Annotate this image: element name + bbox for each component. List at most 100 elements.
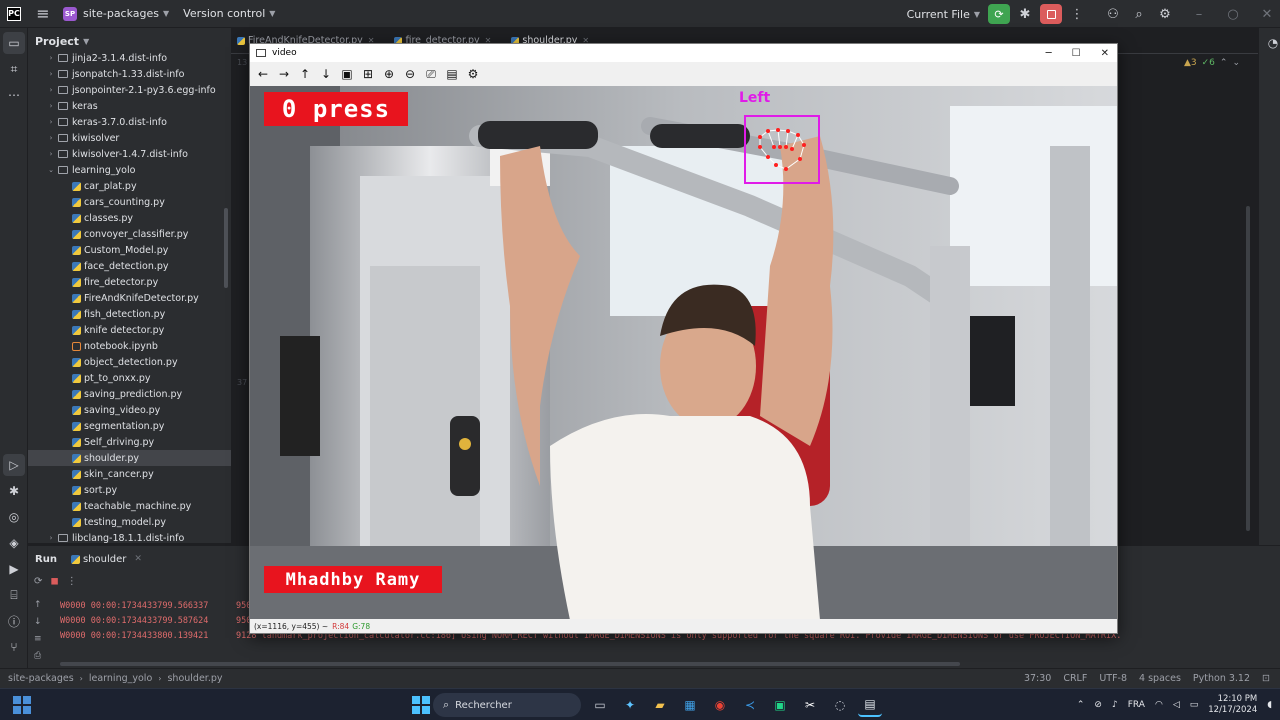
tree-item[interactable]: › jsonpointer-2.1-py3.6.egg-info: [28, 82, 231, 98]
tree-item[interactable]: › keras-3.7.0.dist-info: [28, 114, 231, 130]
stop-button[interactable]: [1040, 4, 1062, 24]
inspection-badges[interactable]: ▲3 ✓6 ⌃ ⌄: [1184, 58, 1240, 68]
close-icon[interactable]: ✕: [1256, 4, 1278, 24]
file-encoding[interactable]: UTF-8: [1099, 673, 1127, 684]
chevron-right-icon[interactable]: ›: [46, 70, 56, 78]
save-icon[interactable]: ⎚: [422, 65, 440, 83]
network-off-icon[interactable]: ⊘: [1094, 700, 1102, 710]
lock-icon[interactable]: ⊡: [1262, 673, 1270, 684]
chevron-right-icon[interactable]: ›: [46, 54, 56, 62]
language-indicator[interactable]: FRA: [1128, 700, 1145, 710]
breadcrumb-item[interactable]: shoulder.py: [167, 673, 222, 684]
notifications-icon[interactable]: ◔: [1262, 32, 1280, 54]
chevron-right-icon[interactable]: ›: [46, 134, 56, 142]
run-tab-shoulder[interactable]: shoulder ✕: [70, 554, 142, 565]
breadcrumb-item[interactable]: site-packages: [8, 673, 74, 684]
breadcrumb-item[interactable]: learning_yolo: [89, 673, 152, 684]
more-tools-icon[interactable]: ⋯: [3, 84, 25, 106]
tree-item[interactable]: FireAndKnifeDetector.py: [28, 290, 231, 306]
properties-icon[interactable]: ▤: [443, 65, 461, 83]
tray-chevron-icon[interactable]: ⌃: [1077, 700, 1085, 710]
project-switcher[interactable]: site-packages: [83, 7, 159, 20]
file-explorer-icon[interactable]: ▰: [648, 693, 672, 717]
indent-setting[interactable]: 4 spaces: [1139, 673, 1181, 684]
vcs-menu[interactable]: Version control: [183, 7, 265, 20]
git-icon[interactable]: ⑂: [3, 636, 25, 658]
widgets-icon[interactable]: [13, 696, 31, 714]
capcut-icon[interactable]: ✂: [798, 693, 822, 717]
tree-item[interactable]: shoulder.py: [28, 450, 231, 466]
terminal-icon[interactable]: ⌸: [3, 584, 25, 606]
console-scrollbar[interactable]: [60, 662, 960, 666]
volume-icon[interactable]: ◁: [1173, 700, 1180, 710]
pan-left-icon[interactable]: ←: [254, 65, 272, 83]
close-tab-icon[interactable]: ✕: [134, 554, 142, 564]
caret-position[interactable]: 37:30: [1024, 673, 1051, 684]
tree-item[interactable]: convoyer_classifier.py: [28, 226, 231, 242]
zoom-in-icon[interactable]: ⊕: [380, 65, 398, 83]
debug-tool-icon[interactable]: ✱: [3, 480, 25, 502]
python-packages-icon[interactable]: ◎: [3, 506, 25, 528]
chevron-right-icon[interactable]: ›: [46, 86, 56, 94]
tree-item[interactable]: ⌄ learning_yolo: [28, 162, 231, 178]
copilot-icon[interactable]: ✦: [618, 693, 642, 717]
project-folder-icon[interactable]: ▭: [3, 32, 25, 54]
vscode-icon[interactable]: ≺: [738, 693, 762, 717]
pan-right-icon[interactable]: →: [275, 65, 293, 83]
settings-gear-icon[interactable]: ⚙: [1154, 4, 1176, 24]
rerun-button[interactable]: ⟳: [988, 4, 1010, 24]
print-icon[interactable]: ⎙: [34, 651, 46, 668]
tree-item[interactable]: Self_driving.py: [28, 434, 231, 450]
add-user-icon[interactable]: ⚇: [1102, 4, 1124, 24]
search-icon[interactable]: ⌕: [1128, 4, 1150, 24]
python-interpreter[interactable]: Python 3.12: [1193, 673, 1250, 684]
tree-item[interactable]: saving_prediction.py: [28, 386, 231, 402]
tree-item[interactable]: › jsonpatch-1.33.dist-info: [28, 66, 231, 82]
settings-icon[interactable]: ⚙: [464, 65, 482, 83]
minimize-icon[interactable]: –: [1188, 4, 1210, 24]
rerun-icon[interactable]: ⟳: [34, 576, 42, 587]
pan-up-icon[interactable]: ↑: [296, 65, 314, 83]
line-separator[interactable]: CRLF: [1063, 673, 1087, 684]
video-frame[interactable]: 0 press Mhadhby Ramy Left: [250, 86, 1117, 620]
tree-item[interactable]: segmentation.py: [28, 418, 231, 434]
task-view-icon[interactable]: ▭: [588, 693, 612, 717]
battery-icon[interactable]: ▭: [1190, 700, 1199, 710]
run-config-selector[interactable]: Current File: [907, 8, 970, 21]
taskbar-search[interactable]: ⌕ Rechercher: [433, 693, 581, 717]
close-icon[interactable]: ✕: [1101, 48, 1109, 59]
store-icon[interactable]: ▦: [678, 693, 702, 717]
pycharm-icon[interactable]: ▣: [768, 693, 792, 717]
tree-item[interactable]: notebook.ipynb: [28, 338, 231, 354]
wifi-icon[interactable]: ◠: [1155, 700, 1163, 710]
system-clock[interactable]: 12:10 PM 12/17/2024: [1208, 694, 1257, 716]
tree-item[interactable]: teachable_machine.py: [28, 498, 231, 514]
tree-item[interactable]: classes.py: [28, 210, 231, 226]
more-options-icon[interactable]: ⋮: [1066, 4, 1088, 24]
tree-item[interactable]: testing_model.py: [28, 514, 231, 530]
tree-item[interactable]: knife detector.py: [28, 322, 231, 338]
tree-item[interactable]: sort.py: [28, 482, 231, 498]
stop-icon[interactable]: ◼: [50, 576, 58, 587]
tree-item[interactable]: fish_detection.py: [28, 306, 231, 322]
tree-item[interactable]: › libclang-18.1.1.dist-info: [28, 530, 231, 544]
video-window-titlebar[interactable]: video ─ ☐ ✕: [250, 44, 1117, 62]
tree-item[interactable]: Custom_Model.py: [28, 242, 231, 258]
soft-wrap-icon[interactable]: ≡: [34, 634, 46, 651]
tree-item[interactable]: › keras: [28, 98, 231, 114]
chrome-icon[interactable]: ◉: [708, 693, 732, 717]
tree-item[interactable]: › kiwisolver: [28, 130, 231, 146]
tree-item[interactable]: face_detection.py: [28, 258, 231, 274]
run-icon[interactable]: ▷: [3, 454, 25, 476]
microphone-icon[interactable]: ♪: [1112, 700, 1118, 710]
tree-item[interactable]: car_plat.py: [28, 178, 231, 194]
video-window[interactable]: video ─ ☐ ✕ ← → ↑ ↓ ▣ ⊞ ⊕ ⊖ ⎚ ▤ ⚙ 0 pres…: [249, 43, 1118, 634]
main-menu-icon[interactable]: ≡: [33, 4, 53, 23]
tree-item[interactable]: › kiwisolver-1.4.7.dist-info: [28, 146, 231, 162]
chevron-right-icon[interactable]: ›: [46, 150, 56, 158]
pan-down-icon[interactable]: ↓: [317, 65, 335, 83]
tree-item[interactable]: saving_video.py: [28, 402, 231, 418]
project-scrollbar[interactable]: [224, 208, 228, 288]
maximize-icon[interactable]: ☐: [1072, 48, 1081, 59]
obs-icon[interactable]: ◌: [828, 693, 852, 717]
